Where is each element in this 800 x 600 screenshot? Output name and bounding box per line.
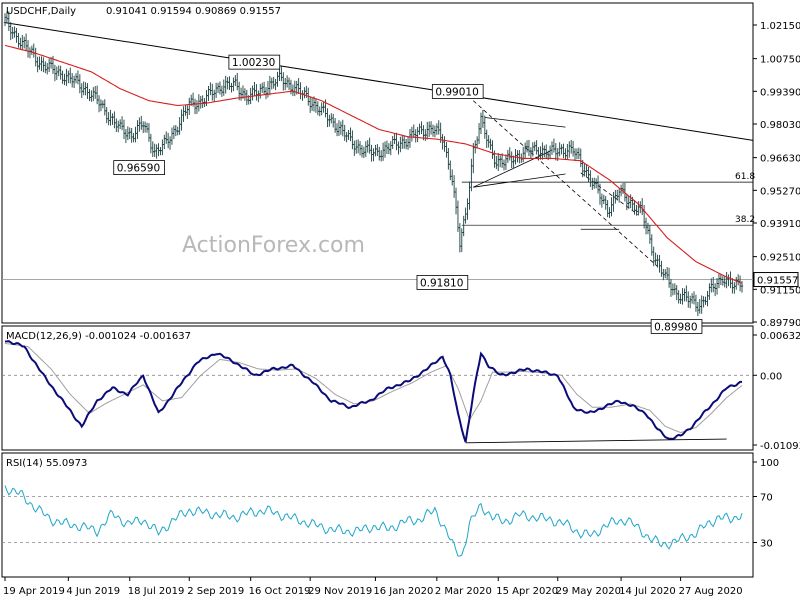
macd-tick-label: 0.006321: [760, 331, 800, 342]
price-tick-label: 0.89790: [760, 318, 800, 329]
rsi-tick-label: 30: [760, 539, 773, 550]
annotation-label: 0.91810: [420, 277, 463, 289]
date-tick-label: 16 Oct 2019: [249, 586, 311, 597]
macd-tick-label: 0.00: [760, 371, 782, 382]
rsi-label: RSI(14) 55.0973: [6, 458, 87, 469]
last-price-label: 0.91557: [757, 276, 798, 287]
date-axis: 19 Apr 2019 4 Jun 2019 18 Jul 2019 2 Sep 20…: [3, 577, 743, 597]
fib-level-label: 38.2: [735, 215, 755, 225]
date-tick-label: 27 Aug 2020: [679, 586, 743, 597]
date-tick-label: 19 Apr 2019: [3, 586, 65, 597]
ohlc-readout: 0.91041 0.91594 0.90869 0.91557: [106, 6, 281, 17]
forex-chart: ActionForex.com 1.02150 1.00750 0.99390 0.9…: [1, 2, 800, 597]
watermark: ActionForex.com: [182, 233, 365, 258]
date-tick-label: 29 Nov 2019: [308, 586, 372, 597]
price-tick-label: 0.96630: [760, 154, 800, 165]
price-tick-label: 0.99390: [760, 87, 800, 98]
price-tick-label: 0.93910: [760, 219, 800, 230]
rsi-panel-frame: [1, 452, 754, 578]
date-tick-label: 29 May 2020: [556, 586, 621, 597]
rsi-tick-label: 70: [760, 493, 773, 504]
date-tick-label: 14 Jul 2020: [619, 586, 676, 597]
macd-label: MACD(12,26,9) -0.001024 -0.001637: [6, 331, 191, 342]
date-tick-label: 4 Jun 2019: [66, 586, 120, 597]
price-tick-label: 0.95270: [760, 186, 800, 197]
price-tick-label: 1.02150: [760, 21, 800, 32]
price-tick-label: 1.00750: [760, 55, 800, 66]
price-tick-label: 0.98030: [760, 120, 800, 131]
annotation-label: 0.99010: [435, 86, 478, 98]
date-tick-label: 18 Jul 2019: [128, 586, 185, 597]
date-tick-label: 15 Apr 2020: [496, 586, 558, 597]
date-tick-label: 2 Mar 2020: [435, 586, 492, 597]
fib-level-label: 61.8: [735, 172, 755, 182]
annotation-label: 0.89980: [654, 321, 697, 333]
rsi-tick-label: 100: [760, 458, 779, 469]
symbol-label: USDCHF,Daily: [6, 6, 76, 17]
date-tick-label: 2 Sep 2019: [187, 586, 244, 597]
annotation-label: 0.96590: [117, 163, 160, 175]
macd-tick-label: -0.010939: [760, 441, 800, 452]
price-tick-label: 0.92510: [760, 253, 800, 264]
date-tick-label: 16 Jan 2020: [373, 586, 433, 597]
annotation-label: 1.00230: [232, 57, 275, 69]
